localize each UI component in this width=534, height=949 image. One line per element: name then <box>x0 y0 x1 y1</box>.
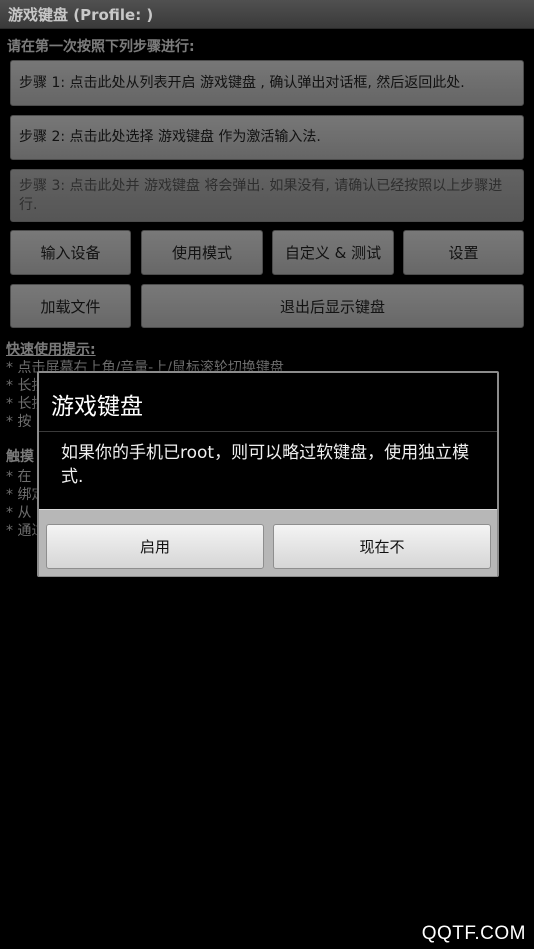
step-3-label: 步骤 3: 点击此处并 游戏键盘 将会弹出. 如果没有, 请确认已经按照以上步骤… <box>19 177 503 213</box>
tip-item: * 按 <box>6 414 32 430</box>
exit-show-keyboard-button[interactable]: 退出后显示键盘 <box>141 284 524 328</box>
dialog-title: 游戏键盘 <box>51 394 143 420</box>
watermark: QQTF.COM <box>421 923 526 944</box>
input-device-button[interactable]: 输入设备 <box>10 230 131 275</box>
app-title: 游戏键盘 (Profile: ) <box>8 6 154 24</box>
load-file-button[interactable]: 加载文件 <box>10 284 131 328</box>
step-3-button[interactable]: 步骤 3: 点击此处并 游戏键盘 将会弹出. 如果没有, 请确认已经按照以上步骤… <box>10 169 524 222</box>
custom-test-button[interactable]: 自定义 & 测试 <box>272 230 394 275</box>
instruction-text: 请在第一次按照下列步骤进行: <box>7 39 195 55</box>
touch-section-title: 触摸 <box>6 449 34 465</box>
title-bar: 游戏键盘 (Profile: ) <box>0 0 534 29</box>
touch-item: * 从 <box>6 505 32 521</box>
touch-item: * 在 <box>6 469 32 485</box>
step-1-button[interactable]: 步骤 1: 点击此处从列表开启 游戏键盘 , 确认弹出对话框, 然后返回此处. <box>10 60 524 106</box>
tips-title: 快速使用提示: <box>6 342 96 358</box>
dialog-button-bar: 启用 现在不 <box>39 509 497 576</box>
enable-button[interactable]: 启用 <box>46 524 264 569</box>
step-1-label: 步骤 1: 点击此处从列表开启 游戏键盘 , 确认弹出对话框, 然后返回此处. <box>19 74 465 91</box>
root-mode-dialog: 游戏键盘 如果你的手机已root，则可以略过软键盘，使用独立模式. 启用 现在不 <box>37 371 499 577</box>
not-now-button[interactable]: 现在不 <box>273 524 491 569</box>
dialog-message: 如果你的手机已root，则可以略过软键盘，使用独立模式. <box>61 443 470 487</box>
step-2-label: 步骤 2: 点击此处选择 游戏键盘 作为激活输入法. <box>19 129 321 145</box>
usage-mode-button[interactable]: 使用模式 <box>141 230 263 275</box>
dialog-divider <box>39 431 497 432</box>
settings-button[interactable]: 设置 <box>403 230 524 275</box>
step-2-button[interactable]: 步骤 2: 点击此处选择 游戏键盘 作为激活输入法. <box>10 115 524 160</box>
